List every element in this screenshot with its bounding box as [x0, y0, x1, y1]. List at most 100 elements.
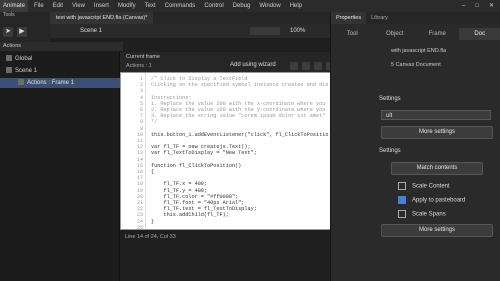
- code-line: /* Click to Display a TextField: [151, 76, 248, 82]
- menu-insert[interactable]: Insert: [94, 0, 109, 12]
- line-number: 1: [139, 76, 143, 82]
- line-number: 8: [139, 119, 143, 126]
- menu-bar: Animate File Edit View Insert Modify Tex…: [0, 0, 500, 12]
- menu-control[interactable]: Control: [204, 0, 223, 12]
- add-using-wizard-button[interactable]: Add using wizard: [230, 62, 276, 68]
- actions-panel-title: Actions: [0, 42, 123, 51]
- code-line: this.addChild(fl_TF);: [151, 212, 229, 219]
- line-number: 4: [139, 94, 143, 101]
- code-line: this.button_1.addEventListener("click", …: [151, 131, 329, 138]
- line-number: 13: [136, 150, 143, 157]
- code-line: var fl_TF = new createjs.Text();: [151, 144, 251, 151]
- properties-tabs: Properties Library: [331, 12, 500, 24]
- line-number: 25: [136, 224, 143, 231]
- tree-item-scene[interactable]: Scene 1: [0, 66, 126, 76]
- menu-file[interactable]: File: [34, 0, 44, 12]
- menu-modify[interactable]: Modify: [118, 0, 136, 12]
- subselect-tool-icon[interactable]: ▶: [17, 27, 27, 37]
- tree-item-label: Actions : Frame 1: [27, 80, 75, 86]
- line-number: 2: [139, 82, 143, 89]
- document-tab[interactable]: text with javascript END.fla (Canvas)*: [50, 12, 154, 24]
- menu-debug[interactable]: Debug: [233, 0, 251, 12]
- line-number: 15: [136, 162, 143, 169]
- code-line: Clicking on the specified symbol instanc…: [151, 82, 329, 89]
- folder-icon: [6, 55, 12, 62]
- subtab-doc[interactable]: Doc: [458, 28, 500, 40]
- code-line: function fl_ClickToPosition(): [151, 162, 242, 169]
- scale-content-checkbox[interactable]: Scale Content: [398, 182, 450, 190]
- checkbox-icon: [398, 210, 406, 218]
- pin-script-icon[interactable]: [290, 62, 298, 70]
- menu-help[interactable]: Help: [290, 0, 302, 12]
- close-icon[interactable]: ✕: [489, 0, 494, 12]
- tree-item-label: Global: [15, 56, 33, 62]
- line-number: 11: [136, 138, 143, 144]
- tab-library[interactable]: Library: [366, 12, 393, 24]
- code-line: {: [151, 169, 155, 175]
- line-number: 18: [136, 181, 143, 188]
- line-number: 12: [136, 144, 143, 151]
- subtab-frame[interactable]: Frame: [416, 28, 459, 40]
- line-number: 20: [136, 193, 143, 200]
- doc-type: 5 Canvas Document: [391, 62, 441, 68]
- zoom-level[interactable]: 100%: [290, 24, 305, 38]
- fps-dropdown[interactable]: ult: [381, 110, 491, 120]
- code-line: 3. Replace the string value "Lorem ipsum…: [151, 113, 326, 120]
- minimize-icon[interactable]: –: [462, 0, 465, 12]
- more-settings-button-2[interactable]: More settings: [381, 224, 493, 237]
- code-line: var fl_TextToDisplay = "New Text";: [151, 150, 257, 157]
- menu-commands[interactable]: Commands: [165, 0, 196, 12]
- scene-selector[interactable]: Scene 1: [80, 24, 102, 38]
- actions-panel: Actions Global Scene 1 Actions : Frame 1: [0, 42, 138, 281]
- app-brand: Animate: [0, 0, 28, 12]
- line-number: 17: [136, 175, 143, 182]
- tools-panel: Tools ➤ ▶: [0, 12, 50, 42]
- line-number: 6: [139, 107, 143, 113]
- code-line: }: [151, 218, 155, 225]
- maximize-icon[interactable]: □: [475, 0, 479, 12]
- tools-label: Tools: [3, 12, 15, 18]
- code-line: fl_TF.font = "40px Arial";: [151, 200, 245, 206]
- selection-tool-icon[interactable]: ➤: [3, 27, 13, 37]
- checkbox-label: Apply to pasteboard: [412, 197, 466, 204]
- line-number: 22: [136, 206, 143, 213]
- tool-icons: ➤ ▶: [3, 27, 27, 37]
- window-controls: – □ ✕: [462, 0, 494, 12]
- code-line: Instructions:: [151, 94, 192, 101]
- match-contents-button[interactable]: Match contents: [391, 162, 483, 175]
- line-number: 9: [139, 125, 143, 132]
- menu-text[interactable]: Text: [145, 0, 156, 12]
- code-line: fl_TF.x = 400;: [151, 181, 208, 188]
- tree-item-actions-frame[interactable]: Actions : Frame 1: [0, 78, 138, 88]
- menu-edit[interactable]: Edit: [53, 0, 63, 12]
- fit-dropdown[interactable]: [250, 27, 280, 35]
- code-line: 2. Replace the value 100 with the y-coor…: [151, 107, 326, 113]
- more-settings-button[interactable]: More settings: [381, 126, 493, 139]
- tab-properties[interactable]: Properties: [331, 12, 367, 24]
- insert-target-icon[interactable]: [302, 62, 310, 70]
- subtab-tool[interactable]: Tool: [331, 28, 374, 40]
- settings-heading: Settings: [379, 96, 401, 102]
- properties-panel: Properties Library Tool Object Frame Doc…: [330, 12, 500, 281]
- checkbox-label: Scale Spans: [412, 211, 446, 218]
- line-number: 5: [139, 100, 143, 107]
- code-line: */: [151, 119, 158, 126]
- line-number: 14: [136, 156, 143, 163]
- scale-spans-checkbox[interactable]: Scale Spans: [398, 210, 446, 218]
- line-number: 23: [136, 212, 143, 219]
- doc-title: with javascript END.fla: [391, 48, 447, 54]
- menu-items: File Edit View Insert Modify Text Comman…: [34, 0, 302, 12]
- code-line: fl_TF.y = 400;: [151, 187, 208, 194]
- properties-subtabs: Tool Object Frame Doc: [331, 28, 500, 40]
- subtab-object[interactable]: Object: [374, 28, 417, 40]
- menu-view[interactable]: View: [72, 0, 85, 12]
- apply-pasteboard-checkbox[interactable]: Apply to pasteboard: [398, 196, 465, 204]
- menu-window[interactable]: Window: [259, 0, 280, 12]
- checkbox-icon: [398, 196, 406, 204]
- line-number: 7: [139, 113, 143, 120]
- line-number: 24: [136, 218, 143, 225]
- code-snippets-icon[interactable]: [314, 62, 322, 70]
- code-line: fl_TF.text = fl_TextToDisplay;: [151, 206, 257, 213]
- settings-heading-2: Settings: [379, 148, 401, 154]
- tree-item-global[interactable]: Global: [0, 54, 126, 64]
